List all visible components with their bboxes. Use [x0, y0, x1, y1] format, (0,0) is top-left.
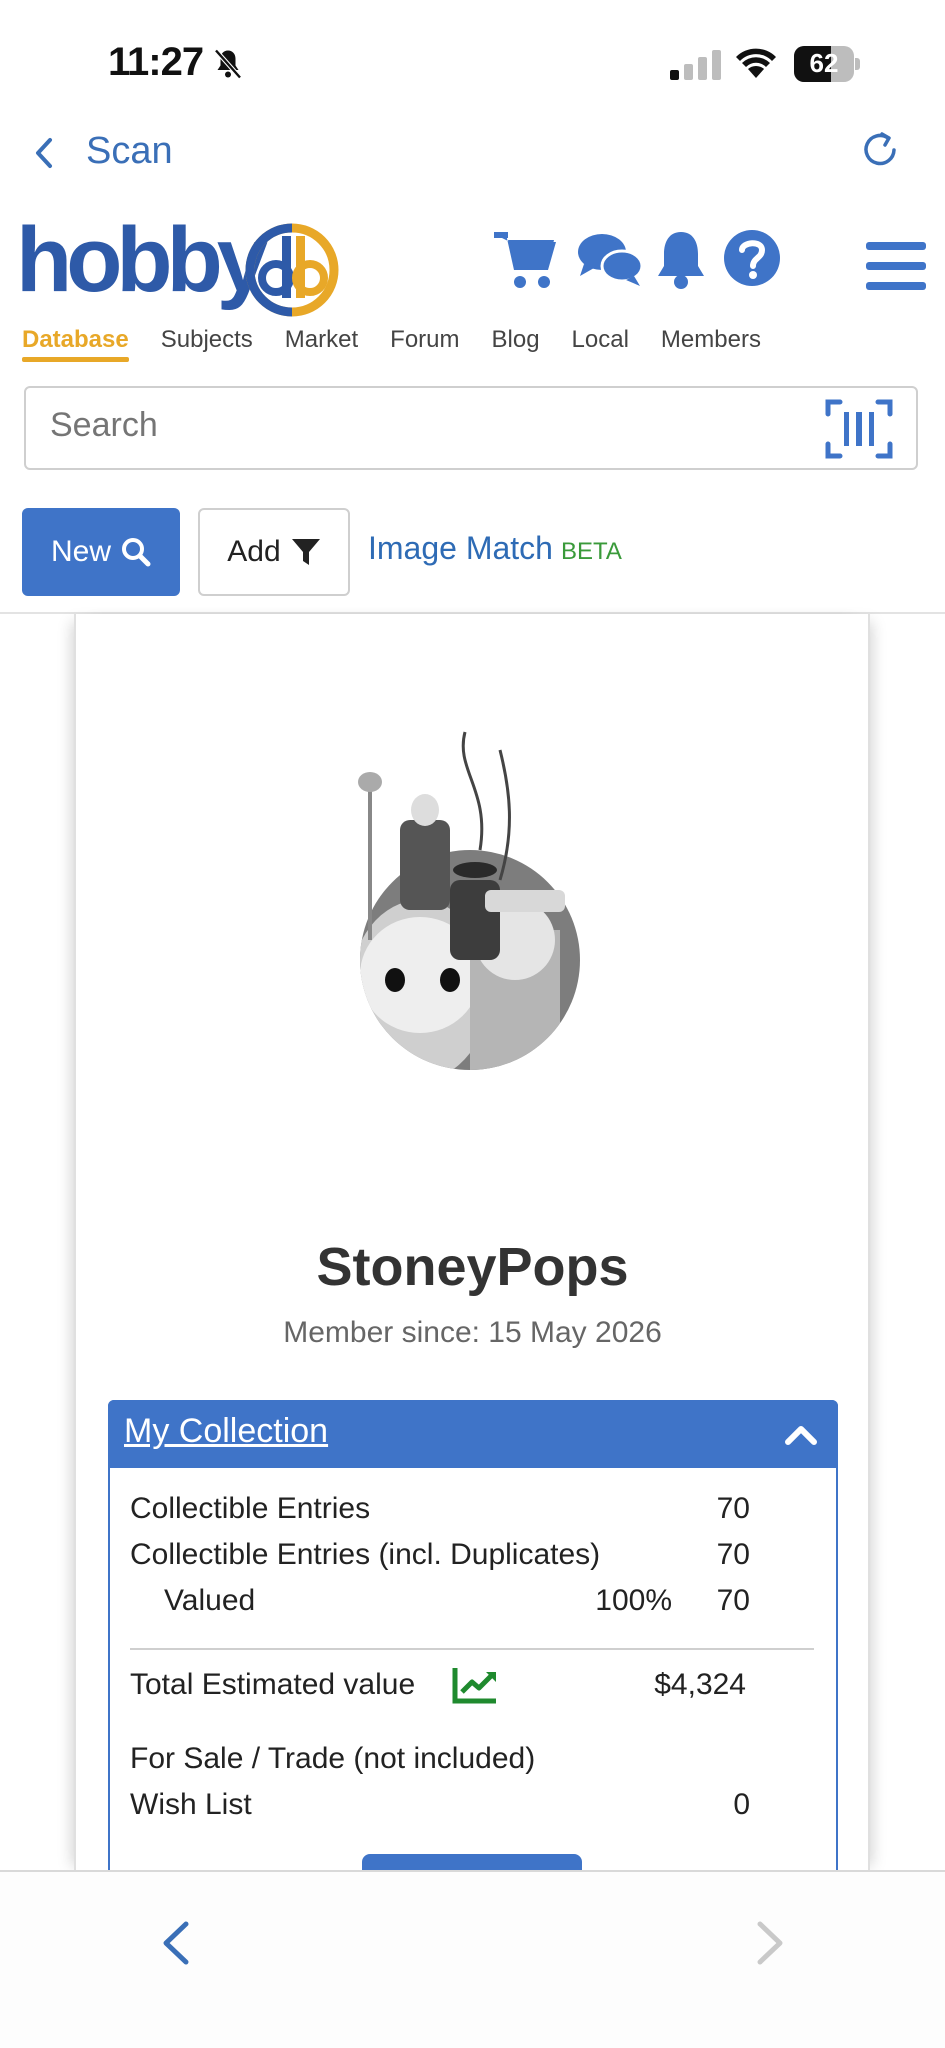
valued-value: 70	[716, 1584, 750, 1617]
refresh-icon[interactable]	[858, 128, 902, 172]
collection-divider	[130, 1648, 814, 1650]
cart-icon[interactable]	[492, 228, 558, 292]
wish-list-value: 0	[733, 1788, 750, 1821]
trend-chart-icon[interactable]	[452, 1666, 498, 1704]
battery-icon: 62	[794, 46, 860, 82]
filter-icon	[291, 539, 320, 565]
beta-badge: BETA	[560, 538, 622, 565]
hobbydb-logo[interactable]: hobby	[16, 214, 339, 324]
wish-list-label: Wish List	[130, 1788, 252, 1821]
notifications-icon[interactable]	[654, 228, 708, 292]
browser-forward-icon[interactable]	[752, 1918, 788, 1968]
tab-members[interactable]: Members	[661, 326, 761, 354]
tab-blog[interactable]: Blog	[492, 326, 540, 354]
chat-icon[interactable]	[576, 228, 644, 292]
wifi-icon	[736, 48, 776, 78]
bottom-toolbar	[0, 1870, 945, 2048]
search-icon	[122, 538, 151, 567]
main-nav-tabs: Database Subjects Market Forum Blog Loca…	[22, 326, 793, 362]
status-time: 11:27	[108, 40, 204, 84]
add-filter-button[interactable]: Add	[198, 508, 350, 596]
new-search-button[interactable]: New	[22, 508, 180, 596]
logo-db-mark	[245, 223, 339, 317]
total-value-amount: $4,324	[654, 1668, 746, 1701]
profile-avatar	[358, 731, 580, 1070]
tab-local[interactable]: Local	[572, 326, 629, 354]
duplicates-value: 70	[716, 1538, 750, 1571]
browser-back-icon[interactable]	[158, 1918, 194, 1968]
member-since: Member since: 15 May 2026	[283, 1316, 662, 1349]
back-button[interactable]: Scan	[86, 130, 173, 173]
chevron-up-icon[interactable]	[784, 1424, 818, 1446]
bell-muted-icon	[214, 49, 242, 79]
search-input[interactable]	[50, 406, 790, 445]
entries-value: 70	[716, 1492, 750, 1525]
for-sale-label: For Sale / Trade (not included)	[130, 1742, 536, 1775]
total-value-label: Total Estimated value	[130, 1668, 416, 1701]
entries-label: Collectible Entries	[130, 1492, 371, 1525]
new-label: New	[50, 535, 111, 568]
battery-level: 62	[809, 48, 839, 78]
tab-forum[interactable]: Forum	[390, 326, 459, 354]
tab-market[interactable]: Market	[285, 326, 358, 354]
duplicates-label: Collectible Entries (incl. Duplicates)	[130, 1538, 601, 1571]
image-match-label: Image Match	[368, 530, 553, 566]
logo-text: hobby	[16, 209, 268, 311]
tab-database[interactable]: Database	[22, 326, 129, 362]
profile-username: StoneyPops	[316, 1237, 629, 1297]
menu-icon[interactable]	[866, 240, 926, 292]
add-label: Add	[227, 535, 281, 568]
collection-title-link[interactable]: My Collection	[124, 1412, 328, 1451]
search-bar	[24, 386, 918, 470]
valued-label: Valued	[164, 1584, 256, 1617]
help-icon[interactable]	[722, 228, 782, 288]
chevron-left-icon[interactable]	[32, 136, 56, 170]
barcode-scan-icon[interactable]	[824, 396, 894, 462]
valued-percent: 100%	[595, 1584, 672, 1617]
image-match-link[interactable]: Image Match BETA	[368, 530, 622, 567]
cell-signal-icon	[670, 50, 721, 80]
tab-subjects[interactable]: Subjects	[161, 326, 253, 354]
